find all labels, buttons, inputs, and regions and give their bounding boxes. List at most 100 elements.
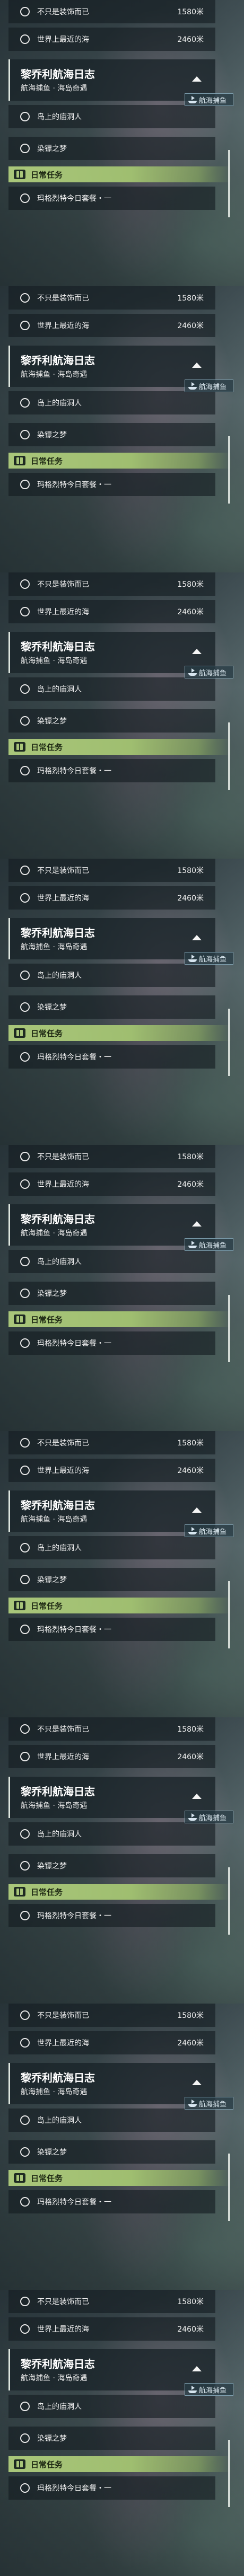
daily-quest-item[interactable]: 玛格烈特今日套餐・一	[8, 1331, 215, 1355]
story-quest-item[interactable]: 世界上最近的海 2460米	[8, 2317, 215, 2341]
story-quest-item[interactable]: 世界上最近的海 2460米	[8, 1459, 215, 1482]
scrollbar[interactable]	[228, 1009, 230, 1076]
daily-quest-item[interactable]: 玛格烈特今日套餐・一	[8, 2476, 215, 2500]
nav-badge[interactable]: 航海捕鱼	[185, 1524, 233, 1537]
chapter-quest-item[interactable]: 染镖之梦	[8, 1568, 215, 1591]
chapter-quest-item[interactable]: 岛上的庙洞人	[8, 677, 215, 701]
quest-distance: 2460米	[177, 2039, 204, 2048]
ship-icon	[188, 2386, 197, 2393]
chapter-quest-item[interactable]: 染镖之梦	[8, 2427, 215, 2450]
chapter-quest-item[interactable]: 岛上的庙洞人	[8, 1250, 215, 1273]
nav-badge[interactable]: 航海捕鱼	[185, 93, 233, 106]
quest-status-icon	[20, 2297, 30, 2306]
story-quest-item[interactable]: 世界上最近的海 2460米	[8, 2031, 215, 2054]
nav-badge[interactable]: 航海捕鱼	[185, 666, 233, 678]
chapter-quest-item[interactable]: 染镖之梦	[8, 2140, 215, 2164]
story-quest-item[interactable]: 不只是装饰而已 1580米	[8, 2290, 215, 2313]
quest-distance: 1580米	[177, 867, 204, 875]
story-quest-item[interactable]: 不只是装饰而已 1580米	[8, 0, 215, 23]
chapter-quest-item[interactable]: 染镖之梦	[8, 423, 215, 446]
story-quest-item[interactable]: 不只是装饰而已 1580米	[8, 572, 215, 596]
daily-title: 日常任务	[31, 456, 63, 466]
chapter-quest-item[interactable]: 染镖之梦	[8, 995, 215, 1019]
story-quest-item[interactable]: 不只是装饰而已 1580米	[8, 1717, 215, 1741]
daily-quest-item[interactable]: 玛格烈特今日套餐・一	[8, 473, 215, 496]
collapse-arrow-icon[interactable]	[192, 363, 202, 368]
chapter-title: 黎乔利航海日志	[21, 640, 95, 653]
nav-badge[interactable]: 航海捕鱼	[185, 1811, 233, 1823]
collapse-arrow-icon[interactable]	[192, 1794, 202, 1799]
collapse-arrow-icon[interactable]	[192, 1507, 202, 1513]
chapter-quest-item[interactable]: 染镖之梦	[8, 137, 215, 160]
story-quest-item[interactable]: 不只是装饰而已 1580米	[8, 286, 215, 310]
quest-label: 玛格烈特今日套餐・一	[37, 2484, 111, 2493]
quest-distance: 1580米	[177, 2012, 204, 2020]
scrollbar[interactable]	[228, 2440, 230, 2507]
story-quest-item[interactable]: 世界上最近的海 2460米	[8, 1172, 215, 1196]
daily-quest-item[interactable]: 玛格烈特今日套餐・一	[8, 1045, 215, 1069]
nav-badge[interactable]: 航海捕鱼	[185, 2097, 233, 2110]
daily-quest-item[interactable]: 玛格烈特今日套餐・一	[8, 1618, 215, 1641]
daily-quest-header[interactable]: 日常任务	[8, 453, 231, 469]
story-quest-item[interactable]: 世界上最近的海 2460米	[8, 600, 215, 623]
daily-quest-header[interactable]: 日常任务	[8, 2170, 231, 2186]
story-quest-item[interactable]: 世界上最近的海 2460米	[8, 28, 215, 51]
chapter-quest-item[interactable]: 染镖之梦	[8, 1282, 215, 1305]
quest-status-icon	[20, 2324, 30, 2334]
nav-badge[interactable]: 航海捕鱼	[185, 952, 233, 965]
story-quest-item[interactable]: 世界上最近的海 2460米	[8, 1745, 215, 1768]
nav-badge[interactable]: 航海捕鱼	[185, 2383, 233, 2396]
collapse-arrow-icon[interactable]	[192, 2080, 202, 2085]
screenshot-strip: 不只是装饰而已 1580米 世界上最近的海 2460米 黎乔利航海日志 航海捕鱼…	[0, 0, 244, 2576]
chapter-quest-item[interactable]: 岛上的庙洞人	[8, 2395, 215, 2418]
daily-quest-item[interactable]: 玛格烈特今日套餐・一	[8, 759, 215, 782]
scrollbar[interactable]	[228, 2154, 230, 2221]
chapter-subtitle: 航海捕鱼 · 海岛奇遇	[21, 657, 88, 665]
story-quest-item[interactable]: 世界上最近的海 2460米	[8, 886, 215, 910]
chapter-quest-item[interactable]: 岛上的庙洞人	[8, 105, 215, 128]
collapse-arrow-icon[interactable]	[192, 935, 202, 940]
collapse-arrow-icon[interactable]	[192, 649, 202, 654]
chapter-quest-item[interactable]: 染镖之梦	[8, 709, 215, 733]
daily-quest-header[interactable]: 日常任务	[8, 1025, 231, 1041]
story-quest-item[interactable]: 不只是装饰而已 1580米	[8, 1145, 215, 1168]
chapter-quest-item[interactable]: 岛上的庙洞人	[8, 1822, 215, 1846]
game-frame: 不只是装饰而已 1580米 世界上最近的海 2460米 黎乔利航海日志 航海捕鱼…	[0, 2290, 244, 2576]
daily-quest-header[interactable]: 日常任务	[8, 1311, 231, 1327]
chapter-quest-item[interactable]: 染镖之梦	[8, 1854, 215, 1877]
story-quest-item[interactable]: 不只是装饰而已 1580米	[8, 2004, 215, 2027]
nav-badge[interactable]: 航海捕鱼	[185, 1238, 233, 1251]
chapter-quest-item[interactable]: 岛上的庙洞人	[8, 2109, 215, 2132]
daily-quest-header[interactable]: 日常任务	[8, 2456, 231, 2472]
chapter-quest-item[interactable]: 岛上的庙洞人	[8, 1536, 215, 1559]
quest-label: 染镖之梦	[37, 145, 67, 153]
story-quest-item[interactable]: 不只是装饰而已 1580米	[8, 1431, 215, 1454]
scrollbar[interactable]	[228, 436, 230, 504]
nav-badge[interactable]: 航海捕鱼	[185, 380, 233, 392]
daily-quest-header[interactable]: 日常任务	[8, 1598, 231, 1613]
daily-quest-header[interactable]: 日常任务	[8, 166, 231, 182]
collapse-arrow-icon[interactable]	[192, 76, 202, 82]
scrollbar[interactable]	[228, 1581, 230, 1648]
daily-quest-header[interactable]: 日常任务	[8, 739, 231, 755]
collapse-arrow-icon[interactable]	[192, 1221, 202, 1227]
daily-quest-item[interactable]: 玛格烈特今日套餐・一	[8, 1904, 215, 1927]
quest-label: 岛上的庙洞人	[37, 972, 82, 980]
quest-label: 玛格烈特今日套餐・一	[37, 1053, 111, 1062]
scrollbar[interactable]	[228, 150, 230, 217]
collapse-arrow-icon[interactable]	[192, 2366, 202, 2371]
scrollbar[interactable]	[228, 1295, 230, 1362]
daily-quest-item[interactable]: 玛格烈特今日套餐・一	[8, 187, 215, 210]
chapter-quest-item[interactable]: 岛上的庙洞人	[8, 391, 215, 414]
story-quest-item[interactable]: 不只是装饰而已 1580米	[8, 859, 215, 882]
chapter-subtitle: 航海捕鱼 · 海岛奇遇	[21, 2374, 88, 2383]
daily-quest-item[interactable]: 玛格烈特今日套餐・一	[8, 2190, 215, 2213]
scrollbar[interactable]	[228, 722, 230, 790]
chapter-quest-item[interactable]: 岛上的庙洞人	[8, 964, 215, 987]
daily-quest-header[interactable]: 日常任务	[8, 1884, 231, 1900]
quest-label: 玛格烈特今日套餐・一	[37, 2198, 111, 2207]
story-quest-item[interactable]: 世界上最近的海 2460米	[8, 314, 215, 337]
quest-status-icon	[20, 1829, 30, 1839]
daily-title: 日常任务	[31, 1315, 63, 1325]
scrollbar[interactable]	[228, 1867, 230, 1935]
